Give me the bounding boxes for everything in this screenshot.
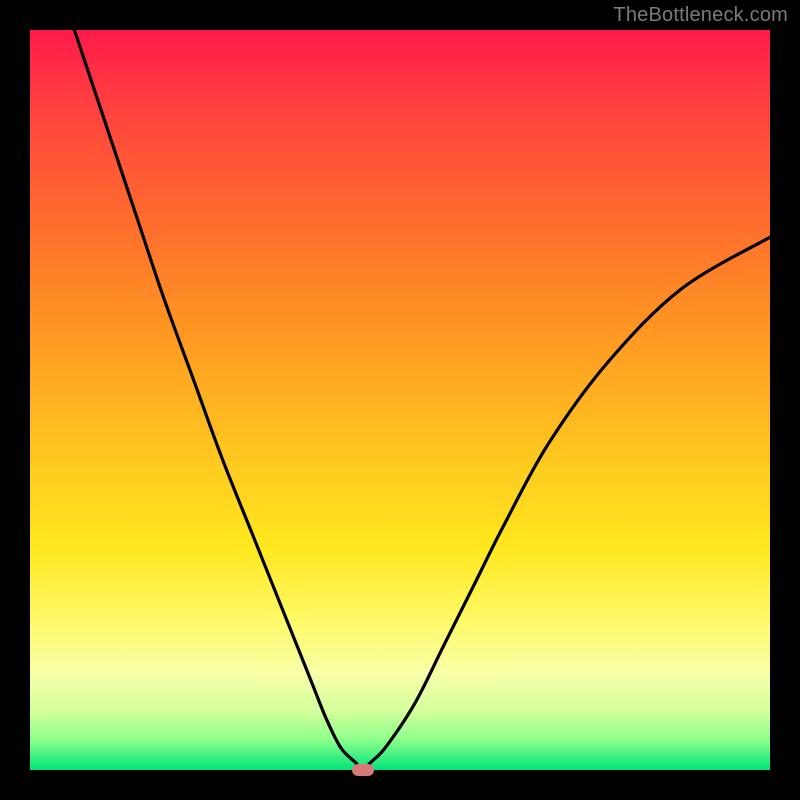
chart-frame: TheBottleneck.com — [0, 0, 800, 800]
watermark-text: TheBottleneck.com — [613, 4, 788, 27]
plot-area — [30, 30, 770, 770]
bottleneck-curve-path — [74, 30, 770, 770]
curve-svg — [30, 30, 770, 770]
min-marker — [352, 764, 374, 776]
